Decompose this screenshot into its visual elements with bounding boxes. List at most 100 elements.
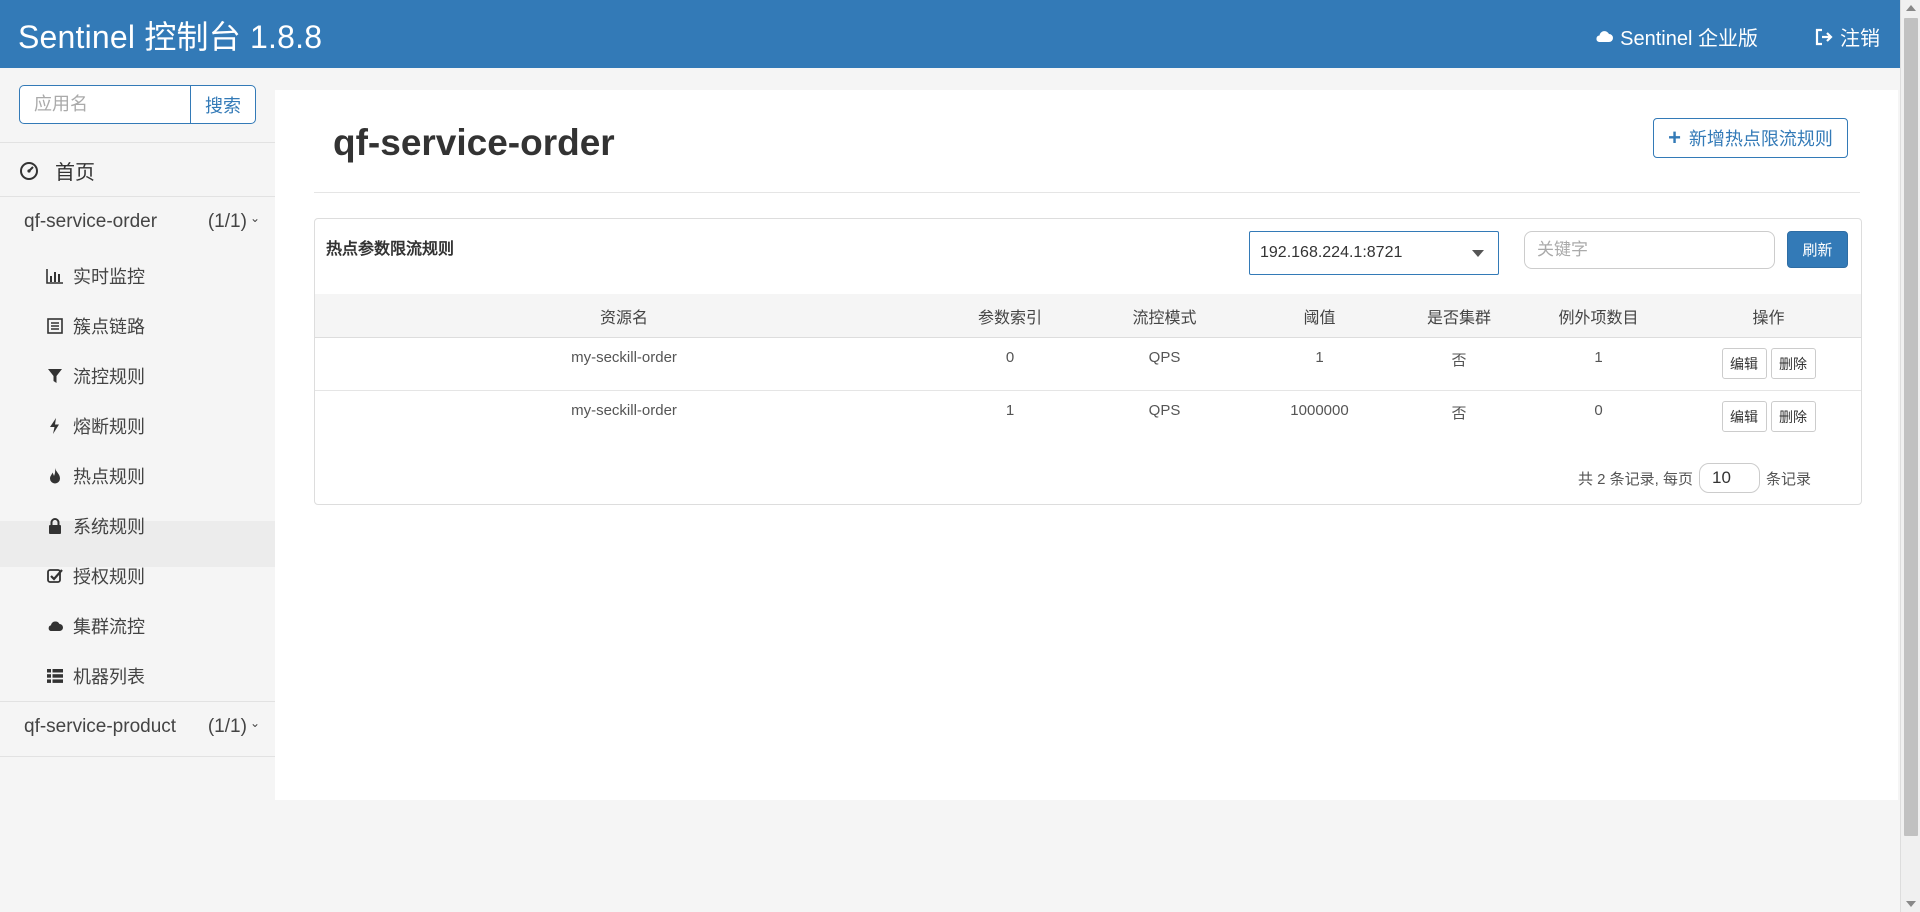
home-label: 首页: [55, 162, 95, 184]
sidebar-item-label: 熔断规则: [73, 417, 145, 437]
column-header: 阈值: [1303, 309, 1336, 327]
pager-suffix-text: 条记录: [1765, 470, 1811, 488]
main-content: qf-service-order + 新增热点限流规则 热点参数限流规则 192…: [275, 90, 1898, 800]
scroll-thumb[interactable]: [1904, 18, 1918, 836]
sidebar-item-machine-list[interactable]: 机器列表: [46, 663, 145, 689]
sidebar-item-label: 簇点链路: [73, 317, 145, 337]
cell-threshold: 1: [1315, 349, 1324, 366]
table-header: 资源名 参数索引 流控模式 阈值 是否集群 例外项数目 操作: [315, 294, 1861, 338]
pager-total-text: 共 2 条记录, 每页: [1577, 470, 1693, 488]
column-header: 流控模式: [1132, 309, 1197, 327]
app-name: qf-service-product: [24, 716, 177, 737]
machine-select-value: 192.168.224.1:8721: [1260, 244, 1403, 261]
flash-icon: [50, 418, 59, 434]
cell-exceptions: 0: [1594, 402, 1603, 419]
divider: [0, 701, 275, 702]
enterprise-link[interactable]: Sentinel 企业版: [1594, 22, 1758, 51]
scroll-up-icon[interactable]: [1906, 5, 1916, 11]
column-header: 参数索引: [977, 309, 1042, 327]
sidebar-item-system-rules[interactable]: 系统规则: [46, 513, 145, 539]
cell-threshold: 1000000: [1290, 402, 1349, 419]
app-count: (1/1): [207, 211, 247, 232]
cell-resource: my-seckill-order: [571, 402, 677, 419]
sidebar-item-label: 集群流控: [73, 617, 145, 637]
sidebar-item-home[interactable]: 首页: [19, 156, 95, 185]
enterprise-label: Sentinel 企业版: [1620, 28, 1758, 50]
chevron-down-icon: ⌄: [249, 716, 260, 730]
sidebar: 搜索 首页 qf-service-order (1/1)⌄ 实时监控 簇点链路 …: [0, 68, 275, 912]
cell-mode: QPS: [1148, 349, 1181, 366]
dashboard-icon: [20, 161, 38, 180]
app-search-button[interactable]: 搜索: [190, 85, 256, 124]
cell-actions: 编辑 删除: [1676, 348, 1861, 379]
sidebar-item-label: 机器列表: [73, 667, 145, 687]
cell-actions: 编辑 删除: [1676, 401, 1861, 432]
table-row: my-seckill-order 1 QPS 1000000 否 0 编辑 删除: [315, 391, 1861, 444]
delete-button[interactable]: 删除: [1770, 401, 1816, 432]
rules-table: 资源名 参数索引 流控模式 阈值 是否集群 例外项数目 操作 my-seckil…: [315, 294, 1861, 444]
table-row: my-seckill-order 0 QPS 1 否 1 编辑 删除: [315, 338, 1861, 391]
th-list-icon: [47, 669, 63, 683]
logout-label: 注销: [1840, 28, 1880, 50]
brand-title[interactable]: Sentinel 控制台 1.8.8: [18, 12, 322, 58]
sidebar-app-qf-service-order[interactable]: qf-service-order (1/1) ⌄: [24, 211, 260, 233]
sidebar-app-qf-service-product[interactable]: qf-service-product (1/1) ⌄: [24, 716, 260, 738]
divider: [0, 142, 275, 143]
scroll-down-icon[interactable]: [1906, 901, 1916, 907]
divider: [0, 756, 275, 757]
sidebar-item-flow-rules[interactable]: 流控规则: [46, 363, 145, 389]
cloud-icon: [1596, 30, 1614, 42]
keyword-input[interactable]: [1524, 231, 1775, 269]
vertical-scrollbar[interactable]: [1900, 0, 1920, 912]
edit-button[interactable]: 编辑: [1721, 401, 1767, 432]
column-header: 例外项数目: [1558, 309, 1639, 327]
delete-button[interactable]: 删除: [1770, 348, 1816, 379]
logout-link[interactable]: 注销: [1814, 22, 1880, 51]
app-name: qf-service-order: [24, 211, 158, 232]
cell-mode: QPS: [1148, 402, 1181, 419]
app-search-input[interactable]: [19, 85, 190, 124]
plus-icon: +: [1668, 125, 1681, 150]
chevron-down-icon: ⌄: [249, 211, 260, 225]
refresh-button[interactable]: 刷新: [1787, 231, 1848, 268]
cell-param-index: 1: [1005, 402, 1015, 419]
cell-param-index: 0: [1005, 349, 1015, 366]
top-navbar: Sentinel 控制台 1.8.8 Sentinel 企业版 注销: [0, 0, 1900, 68]
bar-chart-icon: [46, 269, 63, 284]
app-count: (1/1): [207, 716, 247, 737]
sidebar-item-degrade-rules[interactable]: 熔断规则: [46, 413, 145, 439]
page-size-input[interactable]: [1698, 463, 1760, 493]
sidebar-item-label: 授权规则: [73, 567, 145, 587]
lock-icon: [49, 518, 61, 534]
sidebar-item-cluster-link[interactable]: 簇点链路: [46, 313, 145, 339]
sidebar-item-cluster-flow[interactable]: 集群流控: [46, 613, 145, 639]
fire-icon: [50, 468, 60, 484]
cloud-icon: [48, 621, 63, 631]
cell-resource: my-seckill-order: [571, 349, 677, 366]
sidebar-item-label: 系统规则: [73, 517, 145, 537]
filter-icon: [48, 369, 62, 383]
machine-select[interactable]: 192.168.224.1:8721: [1249, 231, 1499, 275]
add-hotspot-rule-button[interactable]: + 新增热点限流规则: [1653, 118, 1848, 158]
hotspot-rules-panel: 热点参数限流规则 192.168.224.1:8721 刷新 资源名 参数索引 …: [314, 218, 1862, 505]
divider: [314, 192, 1860, 193]
edit-button[interactable]: 编辑: [1721, 348, 1767, 379]
list-alt-icon: [47, 318, 63, 334]
sidebar-item-label: 流控规则: [73, 367, 145, 387]
sidebar-item-label: 热点规则: [73, 467, 145, 487]
add-button-label: 新增热点限流规则: [1688, 129, 1833, 149]
column-header: 资源名: [599, 309, 648, 327]
cell-cluster: 否: [1451, 352, 1467, 369]
sidebar-item-authority-rules[interactable]: 授权规则: [46, 563, 145, 589]
caret-down-icon: [1472, 249, 1484, 257]
app-search: 搜索: [19, 85, 256, 124]
column-header: 是否集群: [1426, 309, 1491, 327]
sidebar-item-realtime-monitor[interactable]: 实时监控: [46, 263, 145, 289]
cell-exceptions: 1: [1594, 349, 1603, 366]
divider: [0, 196, 275, 197]
check-icon: [47, 569, 63, 583]
column-header: 操作: [1752, 309, 1785, 327]
cell-cluster: 否: [1451, 405, 1467, 422]
panel-title: 热点参数限流规则: [326, 241, 455, 258]
sidebar-item-hotspot-rules[interactable]: 热点规则: [46, 463, 145, 489]
